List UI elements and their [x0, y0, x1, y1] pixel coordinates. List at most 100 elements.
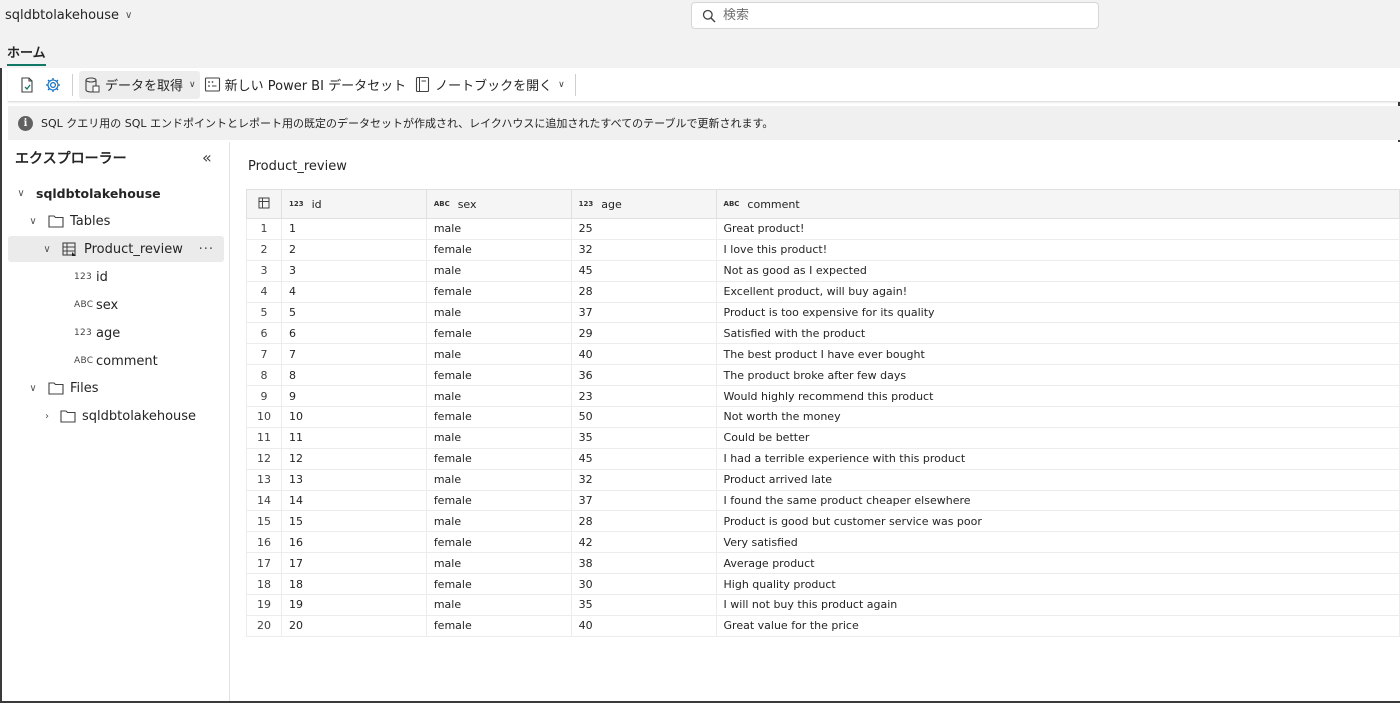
cell-comment[interactable]: I will not buy this product again [715, 594, 1400, 616]
cell-comment[interactable]: Product arrived late [715, 468, 1400, 491]
settings-gear-icon[interactable] [40, 72, 66, 98]
cell-age[interactable]: 25 [570, 218, 717, 240]
cell-sex[interactable]: female [425, 614, 572, 637]
cell-id[interactable]: 18 [280, 573, 427, 596]
cell-comment[interactable]: Average product [715, 552, 1400, 575]
cell-comment[interactable]: Would highly recommend this product [715, 385, 1400, 408]
cell-id[interactable]: 14 [280, 489, 427, 512]
cell-comment[interactable]: Great value for the price [715, 614, 1400, 637]
cell-comment[interactable]: Very satisfied [715, 531, 1400, 554]
table-row[interactable]: 10 10 female 50 Not worth the money [246, 406, 1400, 428]
table-row[interactable]: 8 8 female 36 The product broke after few da… [246, 364, 1400, 387]
cell-sex[interactable]: female [425, 489, 572, 512]
cell-id[interactable]: 10 [280, 406, 427, 428]
cell-sex[interactable]: female [425, 280, 572, 303]
tree-item-column[interactable]: ABC comment [74, 348, 224, 374]
tree-item-table-product-review[interactable]: ∨ Product_review ··· [8, 236, 224, 262]
cell-age[interactable]: 23 [570, 385, 717, 408]
table-row[interactable]: 14 14 female 37 I found the same product che… [246, 489, 1400, 512]
cell-sex[interactable]: male [425, 426, 572, 449]
new-dataset-button[interactable]: 新しい Power BI データセット [200, 71, 410, 99]
cell-id[interactable]: 11 [280, 426, 427, 449]
table-row[interactable]: 4 4 female 28 Excellent product, will buy ag… [246, 280, 1400, 303]
cell-comment[interactable]: Product is too expensive for its quality [715, 301, 1400, 324]
cell-sex[interactable]: female [425, 238, 572, 261]
cell-comment[interactable]: Satisfied with the product [715, 322, 1400, 345]
cell-id[interactable]: 7 [280, 343, 427, 366]
new-item-icon[interactable] [14, 72, 40, 98]
table-row[interactable]: 9 9 male 23 Would highly recommend this prod… [246, 385, 1400, 408]
table-row[interactable]: 1 1 male 25 Great product! [246, 218, 1400, 240]
cell-sex[interactable]: female [425, 573, 572, 596]
cell-id[interactable]: 9 [280, 385, 427, 408]
cell-age[interactable]: 40 [570, 614, 717, 637]
cell-age[interactable]: 37 [570, 489, 717, 512]
workspace-switcher[interactable]: sqldbtolakehouse ∨ [5, 8, 132, 23]
cell-sex[interactable]: female [425, 364, 572, 387]
cell-age[interactable]: 28 [570, 280, 717, 303]
column-header-sex[interactable]: ABC sex [425, 189, 572, 219]
cell-sex[interactable]: male [425, 218, 572, 240]
cell-sex[interactable]: male [425, 385, 572, 408]
table-row[interactable]: 20 20 female 40 Great value for the price [246, 614, 1400, 637]
cell-comment[interactable]: The product broke after few days [715, 364, 1400, 387]
cell-sex[interactable]: male [425, 343, 572, 366]
cell-comment[interactable]: I found the same product cheaper elsewhe… [715, 489, 1400, 512]
cell-sex[interactable]: male [425, 259, 572, 282]
table-row[interactable]: 17 17 male 38 Average product [246, 552, 1400, 575]
cell-sex[interactable]: male [425, 552, 572, 575]
cell-age[interactable]: 36 [570, 364, 717, 387]
cell-age[interactable]: 42 [570, 531, 717, 554]
tab-home[interactable]: ホーム [7, 42, 46, 66]
cell-age[interactable]: 35 [570, 426, 717, 449]
cell-id[interactable]: 2 [280, 238, 427, 261]
table-row[interactable]: 19 19 male 35 I will not buy this product ag… [246, 594, 1400, 616]
cell-sex[interactable]: female [425, 322, 572, 345]
cell-id[interactable]: 3 [280, 259, 427, 282]
column-header-comment[interactable]: ABC comment [715, 189, 1400, 219]
cell-comment[interactable]: High quality product [715, 573, 1400, 596]
table-row[interactable]: 3 3 male 45 Not as good as I expected [246, 259, 1400, 282]
tree-item-column[interactable]: ABC sex [74, 292, 224, 318]
table-row[interactable]: 12 12 female 45 I had a terrible experience … [246, 447, 1400, 470]
cell-comment[interactable]: Excellent product, will buy again! [715, 280, 1400, 303]
table-row[interactable]: 18 18 female 30 High quality product [246, 573, 1400, 596]
cell-age[interactable]: 40 [570, 343, 717, 366]
cell-comment[interactable]: I had a terrible experience with this pr… [715, 447, 1400, 470]
cell-comment[interactable]: Great product! [715, 218, 1400, 240]
column-header-age[interactable]: 123 age [570, 189, 717, 219]
tree-item-column[interactable]: 123 age [74, 320, 224, 346]
table-row[interactable]: 2 2 female 32 I love this product! [246, 238, 1400, 261]
cell-id[interactable]: 6 [280, 322, 427, 345]
cell-id[interactable]: 20 [280, 614, 427, 637]
cell-id[interactable]: 1 [280, 218, 427, 240]
cell-sex[interactable]: female [425, 531, 572, 554]
cell-comment[interactable]: The best product I have ever bought [715, 343, 1400, 366]
cell-sex[interactable]: male [425, 594, 572, 616]
cell-sex[interactable]: male [425, 468, 572, 491]
tree-item-tables[interactable]: ∨ Tables [26, 208, 224, 234]
tree-item-files-folder[interactable]: › sqldbtolakehouse [40, 403, 224, 429]
cell-id[interactable]: 12 [280, 447, 427, 470]
cell-age[interactable]: 32 [570, 468, 717, 491]
cell-age[interactable]: 32 [570, 238, 717, 261]
cell-id[interactable]: 13 [280, 468, 427, 491]
cell-sex[interactable]: female [425, 406, 572, 428]
cell-sex[interactable]: male [425, 301, 572, 324]
cell-id[interactable]: 5 [280, 301, 427, 324]
cell-id[interactable]: 15 [280, 510, 427, 533]
get-data-button[interactable]: データを取得 ∨ [79, 70, 200, 99]
cell-comment[interactable]: Not as good as I expected [715, 259, 1400, 282]
cell-age[interactable]: 50 [570, 406, 717, 428]
cell-age[interactable]: 30 [570, 573, 717, 596]
cell-id[interactable]: 8 [280, 364, 427, 387]
cell-id[interactable]: 16 [280, 531, 427, 554]
cell-id[interactable]: 19 [280, 594, 427, 616]
column-header-id[interactable]: 123 id [280, 189, 427, 219]
more-options-icon[interactable]: ··· [199, 242, 214, 257]
cell-age[interactable]: 37 [570, 301, 717, 324]
search-box[interactable] [691, 2, 1099, 29]
cell-sex[interactable]: female [425, 447, 572, 470]
cell-age[interactable]: 45 [570, 447, 717, 470]
cell-age[interactable]: 28 [570, 510, 717, 533]
